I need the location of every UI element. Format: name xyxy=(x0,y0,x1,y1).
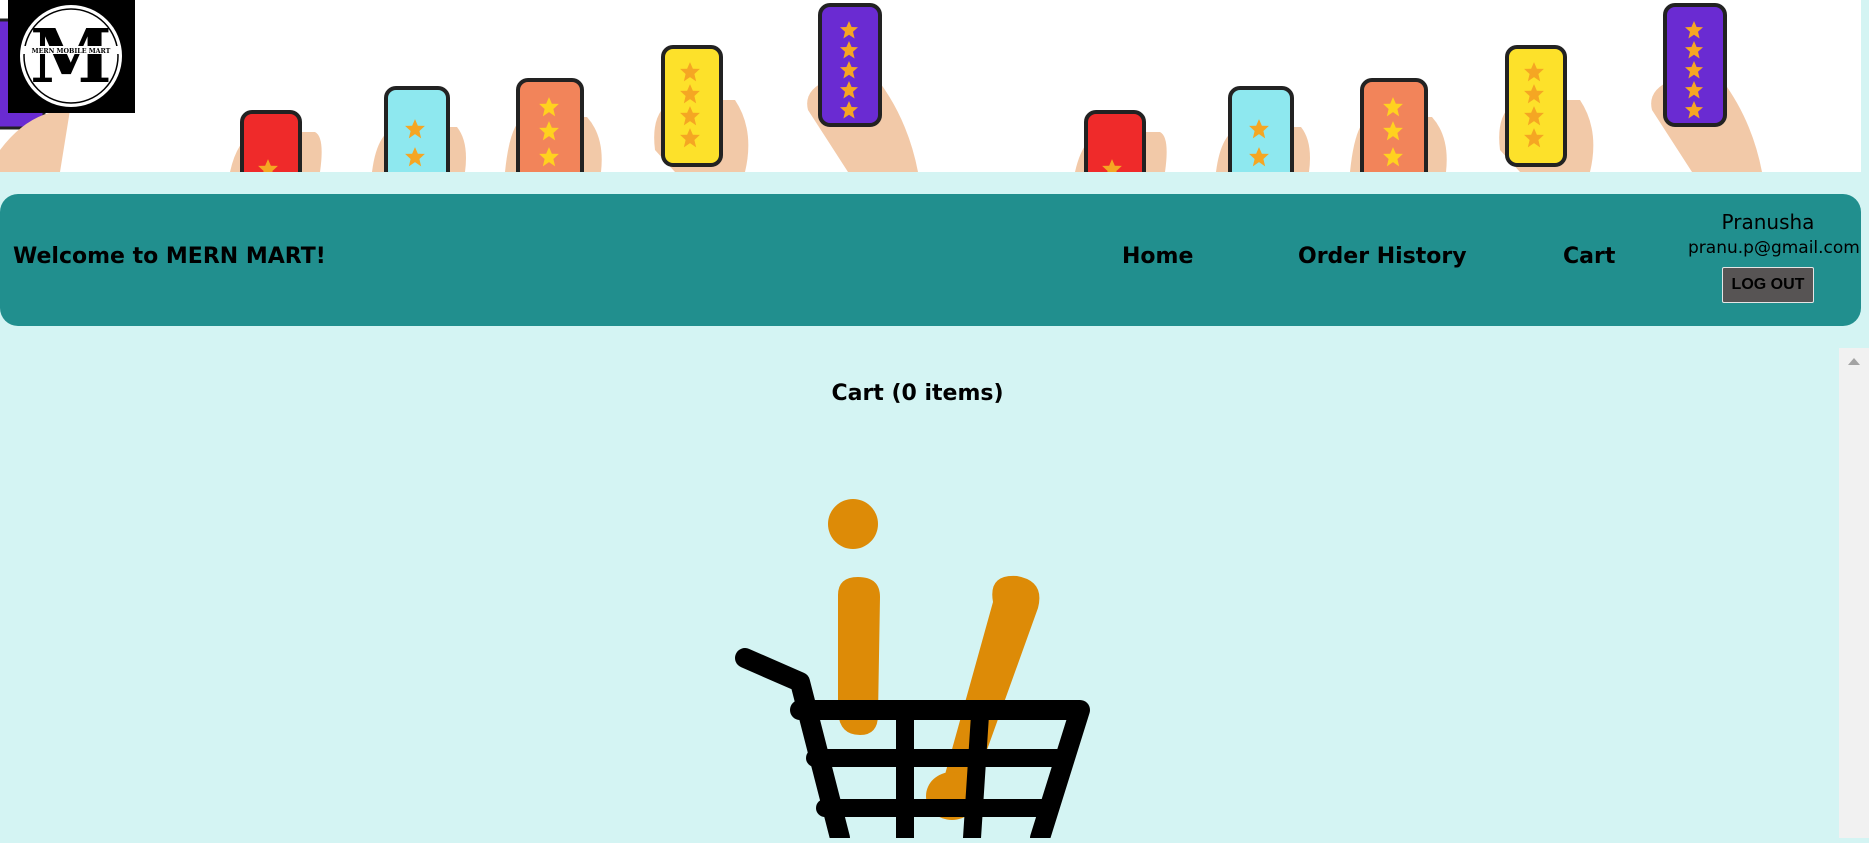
cart-title: Cart (0 items) xyxy=(831,381,1004,406)
nav-link-home[interactable]: Home xyxy=(1122,244,1193,269)
welcome-text: Welcome to MERN MART! xyxy=(13,244,326,269)
empty-cart-illustration xyxy=(720,490,1100,843)
header-banner: M MERN MOBILE MART xyxy=(0,0,1861,172)
logo[interactable]: M MERN MOBILE MART xyxy=(8,0,135,113)
nav-link-cart[interactable]: Cart xyxy=(1563,244,1615,269)
logo-icon: M MERN MOBILE MART xyxy=(20,5,122,107)
user-email: pranu.p@gmail.com xyxy=(1688,238,1860,258)
logo-text: MERN MOBILE MART xyxy=(32,48,111,55)
user-name: Pranusha xyxy=(1721,210,1815,234)
logout-button[interactable]: LOG OUT xyxy=(1721,267,1815,303)
svg-text:M: M xyxy=(30,14,112,100)
empty-cart-icon xyxy=(735,499,1090,843)
scroll-up-arrow-icon[interactable] xyxy=(1848,358,1860,365)
user-info: Pranusha pranu.p@gmail.com LOG OUT xyxy=(1688,210,1860,303)
page-scrollbar[interactable] xyxy=(1839,348,1869,838)
navbar: Welcome to MERN MART! Home Order History… xyxy=(0,194,1861,326)
phones-banner-image xyxy=(0,3,1762,172)
nav-link-order-history[interactable]: Order History xyxy=(1298,244,1467,269)
